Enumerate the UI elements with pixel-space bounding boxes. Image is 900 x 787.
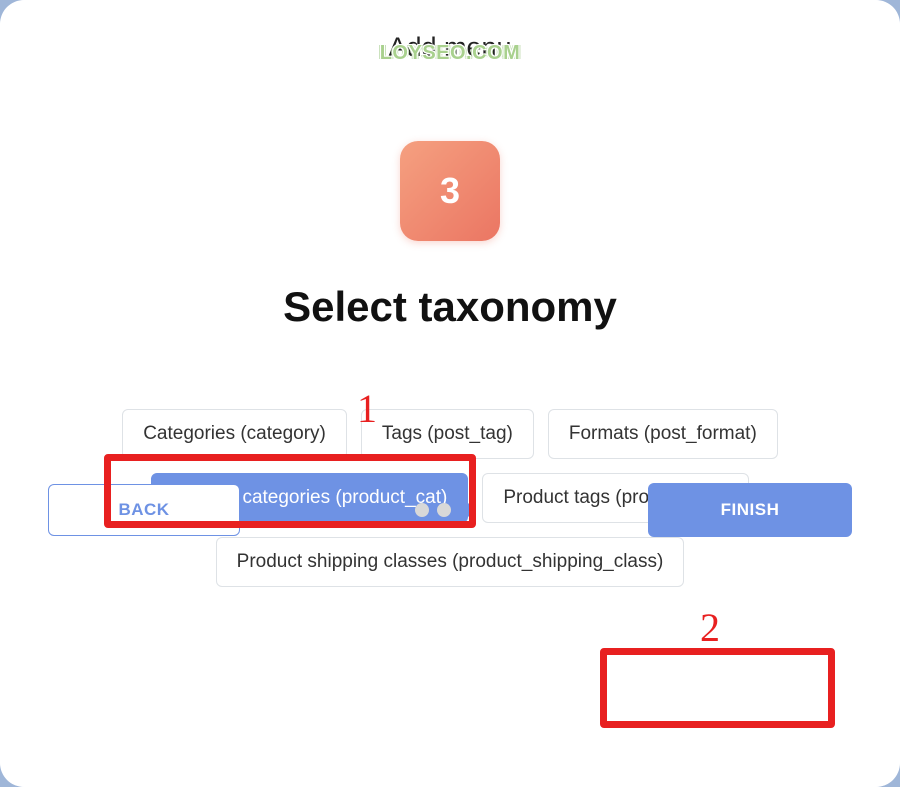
step-badge: 3 (400, 141, 500, 241)
step-dot-1[interactable] (415, 503, 429, 517)
section-heading: Select taxonomy (0, 283, 900, 331)
taxonomy-option-tags[interactable]: Tags (post_tag) (361, 409, 534, 459)
taxonomy-option-product-shipping[interactable]: Product shipping classes (product_shippi… (216, 537, 685, 587)
taxonomy-option-categories[interactable]: Categories (category) (122, 409, 347, 459)
step-dot-2[interactable] (437, 503, 451, 517)
step-number: 3 (440, 170, 460, 212)
add-menu-modal: LOYSEO.COM Add menu 3 Select taxonomy Ca… (0, 0, 900, 787)
back-button[interactable]: BACK (48, 484, 240, 536)
finish-button[interactable]: FINISH (648, 483, 852, 537)
step-dot-3[interactable] (459, 503, 473, 517)
annotation-marker-1: 1 (357, 385, 377, 432)
taxonomy-option-formats[interactable]: Formats (post_format) (548, 409, 778, 459)
watermark: LOYSEO.COM (380, 42, 521, 65)
wizard-footer: BACK FINISH (0, 483, 900, 537)
step-indicator (415, 503, 473, 517)
annotation-marker-2: 2 (700, 604, 720, 651)
